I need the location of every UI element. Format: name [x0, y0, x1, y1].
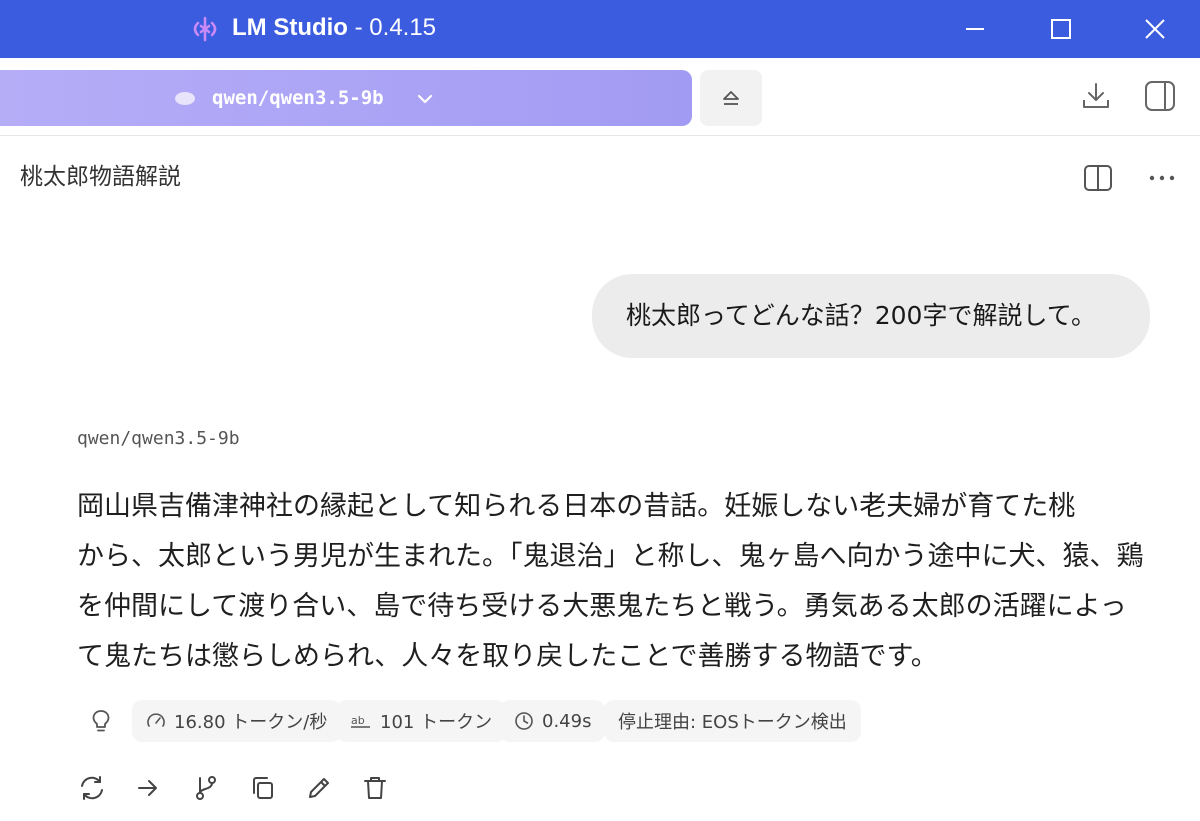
stop-reason-value: 停止理由: EOSトークン検出 [618, 712, 847, 733]
more-options-button[interactable] [1142, 158, 1182, 198]
generation-time-value: 0.49s [542, 710, 592, 732]
user-message-bubble: 桃太郎ってどんな話？200字で解説して。 [592, 274, 1150, 358]
app-version: - 0.4.15 [347, 14, 437, 41]
user-message-text: 桃太郎ってどんな話？200字で解説して。 [626, 301, 1096, 330]
generation-time-chip: 0.49s [500, 700, 606, 742]
stop-reason-chip: 停止理由: EOSトークン検出 [604, 700, 861, 742]
branch-button[interactable] [188, 770, 224, 806]
branch-icon [196, 776, 216, 800]
edit-button[interactable] [301, 770, 337, 806]
close-button[interactable] [1110, 0, 1200, 58]
assistant-message-line: て鬼たちは懲らしめられ、人々を取り戻したことで善勝する物語です。 [77, 641, 938, 672]
app-name: LM Studio [232, 14, 348, 41]
window-title: LM Studio - 0.4.15 [232, 12, 436, 44]
chevron-down-icon [417, 94, 433, 104]
split-view-icon [1084, 165, 1112, 191]
continue-icon [138, 780, 157, 796]
edit-icon [309, 778, 329, 798]
delete-icon [364, 777, 386, 799]
clock-icon [515, 712, 533, 730]
assistant-message-line: から、太郎という男児が生まれた。「鬼退治」と称し、鬼ヶ島へ向かう途中に犬、猿、鶏 [77, 541, 1144, 572]
speedometer-icon [147, 713, 165, 727]
tokens-per-second-chip: 16.80 トークン/秒 [132, 700, 342, 742]
assistant-message-line: を仲間にして渡り合い、島で待ち受ける大悪鬼たちと戦う。勇気ある太郎の活躍によっ [77, 591, 1127, 622]
svg-text:ab: ab [351, 714, 365, 727]
delete-button[interactable] [357, 770, 393, 806]
maximize-button[interactable] [1016, 0, 1106, 58]
lm-studio-logo-icon [193, 16, 217, 42]
more-horizontal-icon [1149, 175, 1175, 181]
regenerate-icon [81, 776, 103, 800]
continue-button[interactable] [130, 770, 166, 806]
lightbulb-icon[interactable] [88, 708, 114, 734]
model-status-dot [175, 92, 195, 105]
copy-icon [253, 777, 273, 799]
regenerate-button[interactable] [74, 770, 110, 806]
copy-button[interactable] [245, 770, 281, 806]
assistant-model-label: qwen/qwen3.5-9b [77, 428, 240, 449]
download-button[interactable] [1076, 76, 1116, 116]
model-selector-label: qwen/qwen3.5-9b [212, 87, 384, 109]
toggle-sidebar-button[interactable] [1140, 76, 1180, 116]
chat-title: 桃太郎物語解説 [20, 164, 181, 190]
maximize-icon [1051, 19, 1071, 39]
assistant-message-line: 岡山県吉備津神社の縁起として知られる日本の昔話。妊娠しない老夫婦が育てた桃 [77, 491, 1076, 522]
tokens-per-second-value: 16.80 トークン/秒 [174, 712, 328, 733]
title-bar: LM Studio - 0.4.15 [0, 0, 1200, 58]
minimize-icon [966, 28, 984, 30]
token-icon: ab [351, 714, 370, 728]
close-icon [1145, 19, 1165, 39]
model-selector[interactable]: qwen/qwen3.5-9b [0, 70, 692, 126]
eject-icon [723, 91, 739, 105]
assistant-message-text: 岡山県吉備津神社の縁起として知られる日本の昔話。妊娠しない老夫婦が育てた桃 から… [77, 482, 1144, 682]
split-view-button[interactable] [1078, 158, 1118, 198]
toolbar: qwen/qwen3.5-9b [0, 58, 1200, 136]
token-count-chip: ab 101 トークン [336, 700, 507, 742]
panel-right-icon [1145, 81, 1175, 111]
minimize-button[interactable] [930, 0, 1020, 58]
download-icon [1083, 83, 1109, 108]
eject-button[interactable] [700, 70, 762, 126]
token-count-value: 101 トークン [380, 712, 493, 733]
